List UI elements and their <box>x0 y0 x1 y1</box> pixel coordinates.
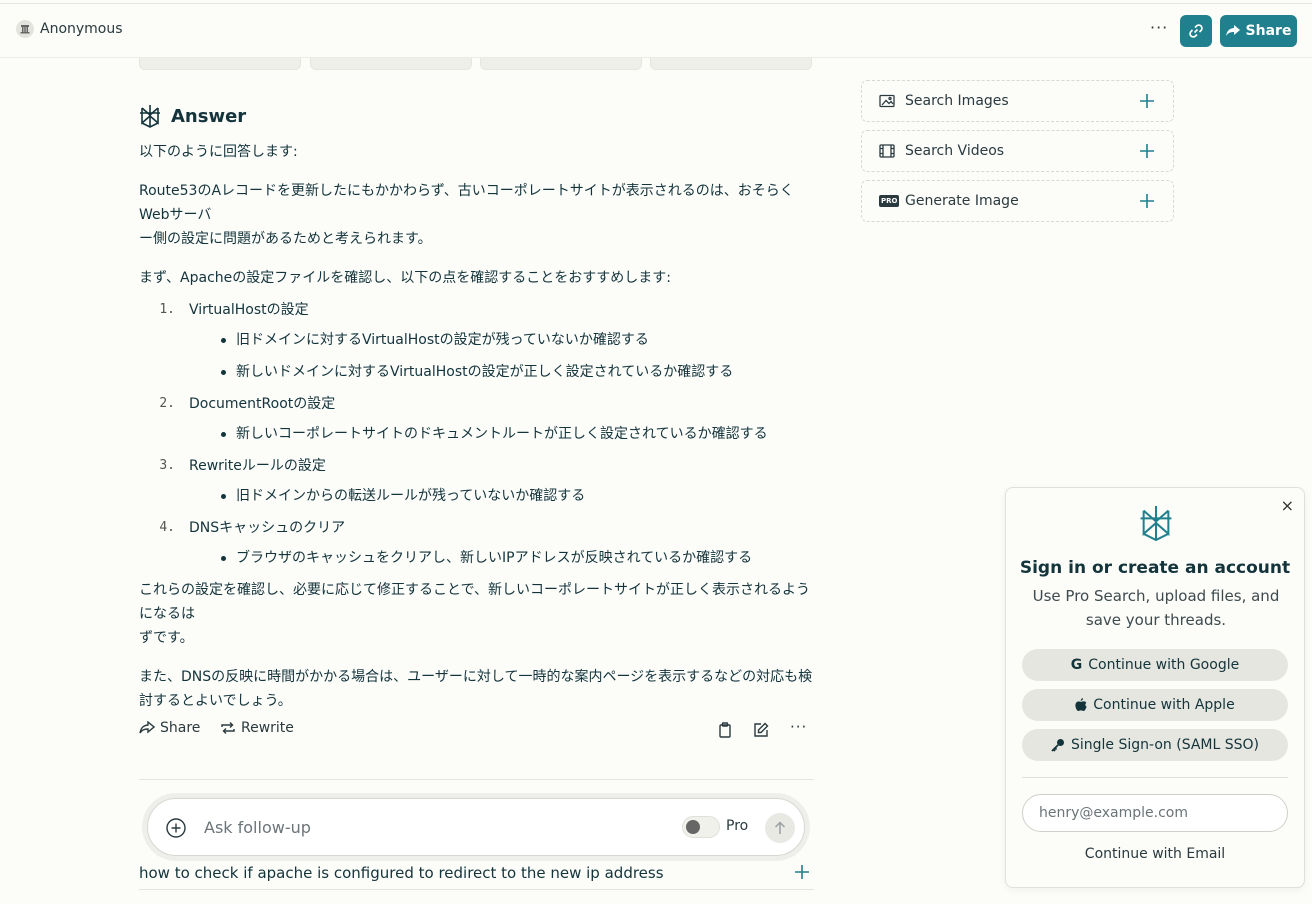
bullet-item: 旧ドメインからの転送ルールが残っていないか確認する <box>221 484 814 508</box>
source-card-2[interactable] <box>310 58 472 70</box>
divider <box>139 779 814 780</box>
image-icon <box>879 94 895 108</box>
source-card-3[interactable] <box>480 58 642 70</box>
bullet-item: 旧ドメインに対するVirtualHostの設定が残っていないか確認する <box>221 328 814 352</box>
apple-icon <box>1075 698 1087 711</box>
continue-with-email-button[interactable]: Continue with Email <box>1006 846 1304 862</box>
answer-paragraph: これらの設定を確認し、必要に応じて修正することで、新しいコーポレートサイトが正し… <box>139 582 811 646</box>
answer-header: Answer <box>139 104 246 128</box>
email-field[interactable]: henry@example.com <box>1022 794 1288 832</box>
answer-paragraph: まず、Apacheの設定ファイルを確認し、以下の点を確認することをおすすめします… <box>139 270 671 286</box>
list-item: 4. DNSキャッシュのクリア <box>159 520 346 536</box>
pro-toggle[interactable] <box>682 816 720 838</box>
link-icon <box>1189 24 1203 38</box>
google-icon: G <box>1070 657 1083 673</box>
edit-icon <box>754 722 769 737</box>
more-options-button[interactable]: ··· <box>1150 18 1168 37</box>
plus-icon <box>795 865 809 879</box>
perplexity-logo-icon <box>1140 506 1172 542</box>
key-icon <box>1051 739 1064 752</box>
clipboard-icon <box>719 722 731 738</box>
list-item: 1. VirtualHostの設定 <box>159 302 309 318</box>
rewrite-button[interactable]: Rewrite <box>220 720 294 736</box>
share-answer-button[interactable]: Share <box>139 720 200 736</box>
search-videos-button[interactable]: Search Videos <box>861 130 1174 172</box>
answer-paragraph: Route53のAレコードを更新したにもかかわらず、古いコーポレートサイトが表示… <box>139 183 794 247</box>
answer-more-button[interactable]: ··· <box>790 718 807 736</box>
follow-up-bar: Ask follow-up Pro <box>147 798 805 856</box>
plus-icon <box>1140 94 1154 108</box>
plus-icon <box>1140 144 1154 158</box>
follow-up-input[interactable]: Ask follow-up <box>204 818 311 837</box>
submit-button[interactable] <box>765 813 795 843</box>
pro-label: Pro <box>726 818 749 834</box>
single-sign-on-button[interactable]: Single Sign-on (SAML SSO) <box>1022 729 1288 761</box>
share-arrow-icon <box>1225 25 1240 36</box>
answer-actions: Share Rewrite ··· <box>139 718 814 742</box>
video-icon <box>879 144 895 158</box>
list-item: 2. DocumentRootの設定 <box>159 396 336 412</box>
user-name: Anonymous <box>40 21 123 37</box>
arrow-up-icon <box>774 821 786 834</box>
source-card-view-more[interactable] <box>650 58 812 70</box>
top-header: Anonymous ··· Share <box>0 4 1312 58</box>
list-item: 3. Rewriteルールの設定 <box>159 458 326 474</box>
modal-subtitle: Use Pro Search, upload files, and save y… <box>1032 587 1280 629</box>
copy-button[interactable] <box>718 722 732 742</box>
answer-intro: 以下のように回答します: <box>139 144 298 160</box>
user-menu[interactable]: Anonymous <box>16 20 123 38</box>
source-card-1[interactable] <box>139 58 301 70</box>
edit-button[interactable] <box>753 722 769 742</box>
user-avatar-icon <box>16 20 34 38</box>
divider <box>1022 777 1288 778</box>
modal-title: Sign in or create an account <box>1019 558 1291 578</box>
close-icon[interactable]: × <box>1281 496 1294 515</box>
bullet-item: 新しいコーポレートサイトのドキュメントルートが正しく設定されているか確認する <box>221 422 814 446</box>
pro-badge-icon: PRO <box>879 195 900 207</box>
answer-content: 以下のように回答します: Route53のAレコードを更新したにもかかわらず、古… <box>139 140 814 728</box>
share-thread-button[interactable]: Share <box>1220 15 1297 47</box>
related-question[interactable] <box>139 898 814 904</box>
continue-with-google-button[interactable]: G Continue with Google <box>1022 649 1288 681</box>
plus-icon <box>1140 194 1154 208</box>
generate-image-button[interactable]: PRO Generate Image <box>861 180 1174 222</box>
continue-with-apple-button[interactable]: Continue with Apple <box>1022 689 1288 721</box>
answer-title: Answer <box>171 105 247 127</box>
rewrite-icon <box>221 722 235 734</box>
share-icon <box>139 721 155 734</box>
bullet-item: 新しいドメインに対するVirtualHostの設定が正しく設定されているか確認す… <box>221 360 814 384</box>
answer-paragraph: また、DNSの反映に時間がかかる場合は、ユーザーに対して一時的な案内ページを表示… <box>139 669 813 709</box>
related-question[interactable]: how to check if apache is configured to … <box>139 856 814 890</box>
perplexity-logo-icon <box>140 105 160 128</box>
attach-plus-icon[interactable] <box>166 818 186 838</box>
sign-in-modal: × Sign in or create an account Use Pro S… <box>1005 487 1305 888</box>
bullet-item: ブラウザのキャッシュをクリアし、新しいIPアドレスが反映されているか確認する <box>221 546 814 570</box>
search-images-button[interactable]: Search Images <box>861 80 1174 122</box>
copy-link-button[interactable] <box>1180 15 1212 47</box>
